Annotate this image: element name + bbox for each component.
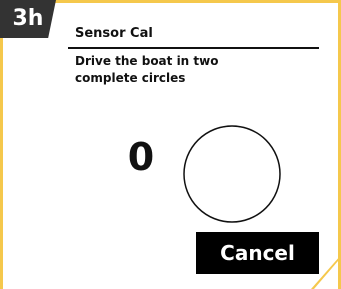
instruction-text: Drive the boat in two complete circles: [75, 54, 219, 85]
step-badge: 3h: [0, 0, 56, 38]
circle-counter: 0: [127, 135, 155, 179]
cancel-button[interactable]: Cancel: [196, 232, 319, 274]
title-divider: [68, 47, 319, 49]
circle-progress-indicator: [183, 125, 281, 223]
page-title: Sensor Cal: [75, 26, 153, 41]
